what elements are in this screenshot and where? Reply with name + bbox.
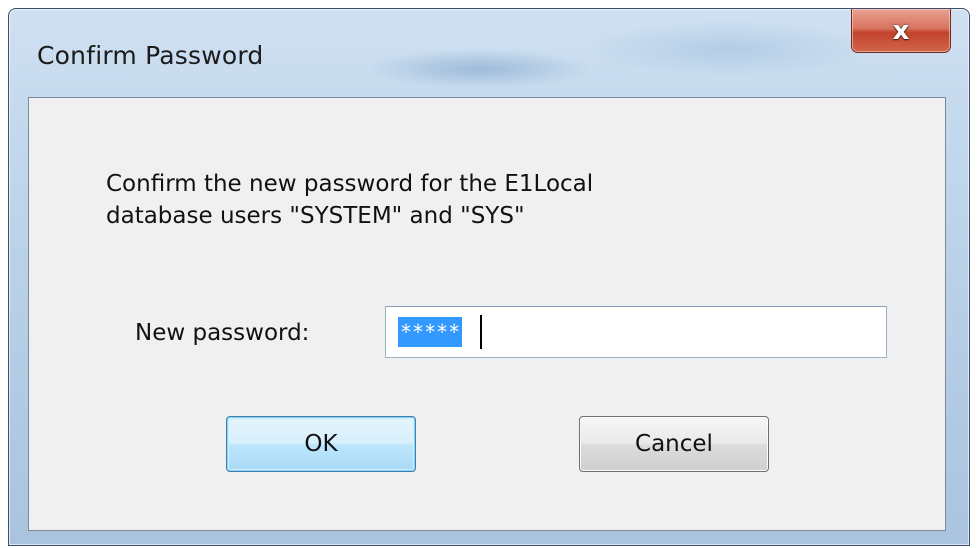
- text-caret: [480, 315, 482, 349]
- message-line-2: database users "SYSTEM" and "SYS": [106, 203, 525, 229]
- ok-button[interactable]: OK: [226, 416, 416, 472]
- dialog-body: Confirm the new password for the E1Local…: [28, 97, 946, 531]
- new-password-field[interactable]: *****: [385, 306, 887, 358]
- dialog-window: Confirm Password x Confirm the new passw…: [8, 8, 970, 546]
- title-bar[interactable]: Confirm Password x: [9, 9, 969, 95]
- message-line-1: Confirm the new password for the E1Local: [106, 171, 594, 197]
- close-button[interactable]: x: [851, 9, 951, 53]
- close-icon: x: [892, 15, 910, 46]
- window-title: Confirm Password: [37, 41, 264, 70]
- cancel-button[interactable]: Cancel: [579, 416, 769, 472]
- password-selected-text: *****: [398, 317, 463, 347]
- new-password-label: New password:: [135, 320, 310, 346]
- dialog-message: Confirm the new password for the E1Local…: [106, 168, 746, 232]
